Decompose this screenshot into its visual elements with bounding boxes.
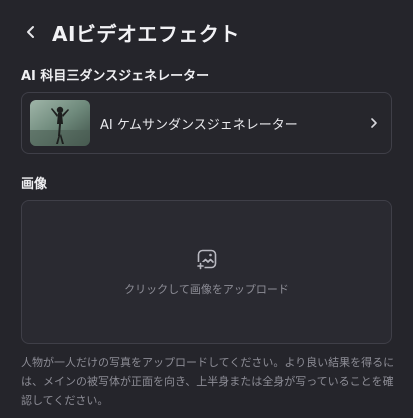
model-name: AI ケムサンダンスジェネレーター — [100, 117, 298, 133]
header: AIビデオエフェクト — [21, 0, 392, 64]
image-section-label: 画像 — [21, 177, 48, 192]
image-upload-area[interactable]: クリックして画像をアップロード — [21, 200, 392, 344]
model-selector[interactable]: AI ケムサンダンスジェネレーター — [21, 92, 392, 154]
model-thumbnail — [30, 100, 90, 146]
page-title: AIビデオエフェクト — [52, 21, 240, 46]
chevron-left-icon — [27, 26, 34, 38]
ai-video-effect-panel: AIビデオエフェクト AI 科目三ダンスジェネレーター AI ケムサンダンスジェ… — [0, 0, 413, 418]
upload-hint: 人物が一人だけの写真をアップロードしてください。より良い結果を得るには、メインの… — [21, 356, 395, 407]
chevron-right-icon — [367, 116, 381, 130]
model-section-label: AI 科目三ダンスジェネレーター — [21, 69, 210, 84]
image-add-icon — [196, 249, 216, 270]
back-button[interactable] — [20, 21, 42, 43]
upload-text: クリックして画像をアップロード — [124, 283, 289, 296]
